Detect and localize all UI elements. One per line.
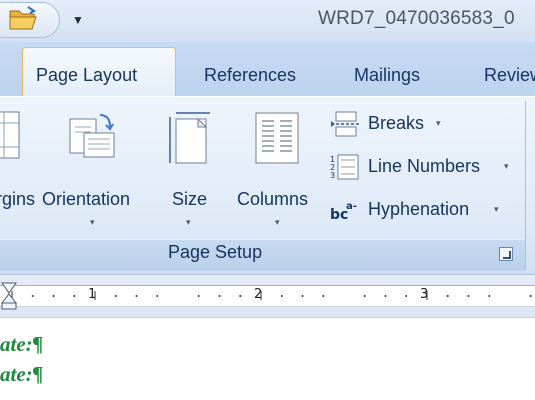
svg-text:3: 3 bbox=[330, 171, 335, 180]
customize-qat-arrow-icon[interactable]: ▼ bbox=[70, 12, 86, 28]
ruler-tick bbox=[114, 295, 117, 297]
columns-icon bbox=[255, 112, 299, 164]
ruler-tick bbox=[322, 295, 325, 297]
ribbon-tab-bar: Page Layout References Mailings Review bbox=[0, 42, 535, 97]
ruler-tick bbox=[529, 295, 532, 297]
ruler-tick bbox=[280, 295, 283, 297]
margins-icon bbox=[0, 111, 20, 159]
group-label-page-setup: Page Setup bbox=[168, 242, 263, 262]
ruler-ticks bbox=[11, 291, 532, 300]
tab-mailings[interactable]: Mailings bbox=[354, 65, 420, 86]
chevron-down-icon: ▾ bbox=[504, 161, 509, 171]
ruler-tick bbox=[301, 295, 304, 297]
columns-label: Columns bbox=[237, 189, 309, 209]
document-line: ate:¶ bbox=[0, 332, 44, 356]
group-separator bbox=[525, 101, 526, 269]
title-bar: ▼ WRD7_0470036583_0 bbox=[0, 0, 535, 42]
size-button[interactable]: Size ▾ bbox=[160, 105, 220, 235]
svg-text:a-: a- bbox=[346, 201, 357, 212]
tab-page-layout[interactable]: Page Layout bbox=[22, 47, 176, 97]
line-numbers-icon: 1 2 3 bbox=[330, 154, 359, 180]
indent-marker-icon[interactable] bbox=[0, 281, 20, 311]
ruler-tick bbox=[135, 295, 138, 297]
margins-label: rgins bbox=[0, 189, 36, 209]
breaks-button[interactable]: Breaks ▾ bbox=[330, 109, 520, 139]
hyphenation-icon: bc a- bbox=[330, 201, 357, 223]
hyphenation-label: Hyphenation bbox=[368, 199, 470, 219]
chevron-down-icon: ▾ bbox=[186, 217, 191, 227]
tab-label: Page Layout bbox=[36, 65, 138, 85]
dialog-launcher-icon[interactable] bbox=[499, 247, 513, 261]
horizontal-ruler[interactable]: 1 2 3 bbox=[0, 274, 535, 318]
tab-references[interactable]: References bbox=[204, 65, 296, 86]
ruler-tick bbox=[363, 295, 366, 297]
ruler-tick bbox=[218, 295, 221, 297]
document-area[interactable]: ate:¶ ate:¶ bbox=[0, 318, 535, 400]
chevron-down-icon: ▾ bbox=[494, 204, 499, 214]
ruler-tick bbox=[488, 295, 491, 297]
ruler-tick bbox=[467, 295, 470, 297]
orientation-label: Orientation bbox=[42, 189, 131, 209]
hyphenation-button[interactable]: bc a- Hyphenation ▾ bbox=[330, 195, 520, 225]
size-icon bbox=[169, 112, 210, 164]
ruler-tick bbox=[156, 295, 159, 297]
window-title: WRD7_0470036583_0 bbox=[318, 8, 515, 29]
ruler-tick bbox=[73, 295, 76, 297]
folder-open-icon[interactable] bbox=[8, 5, 40, 31]
tab-review[interactable]: Review bbox=[484, 65, 535, 86]
orientation-button[interactable]: Orientation ▾ bbox=[40, 105, 150, 235]
chevron-down-icon: ▾ bbox=[275, 217, 280, 227]
chevron-down-icon: ▾ bbox=[436, 118, 441, 128]
line-numbers-button[interactable]: 1 2 3 Line Numbers ▾ bbox=[330, 152, 520, 182]
ruler-number: 3 bbox=[420, 287, 429, 302]
ribbon-page-setup-group: rgins Orientation ▾ Size ▾ bbox=[0, 96, 535, 274]
ruler-tick bbox=[52, 295, 55, 297]
orientation-icon bbox=[69, 114, 115, 158]
group-label-bar bbox=[0, 239, 525, 271]
document-line-partial bbox=[0, 392, 80, 400]
columns-button[interactable]: Columns ▾ bbox=[232, 105, 324, 235]
ruler-tick bbox=[446, 295, 449, 297]
ruler-tick bbox=[405, 295, 408, 297]
ruler-tick bbox=[384, 295, 387, 297]
ruler-tick bbox=[31, 295, 34, 297]
margins-button[interactable]: rgins bbox=[0, 105, 36, 235]
breaks-label: Breaks bbox=[368, 113, 425, 133]
line-numbers-label: Line Numbers bbox=[368, 156, 481, 176]
breaks-icon bbox=[331, 111, 359, 137]
ruler-number: 1 bbox=[88, 287, 97, 302]
chevron-down-icon: ▾ bbox=[90, 217, 95, 227]
document-line: ate:¶ bbox=[0, 362, 44, 386]
ruler-tick bbox=[239, 295, 242, 297]
size-label: Size bbox=[172, 189, 208, 209]
ruler-number: 2 bbox=[254, 287, 263, 302]
ruler-tick bbox=[197, 295, 200, 297]
